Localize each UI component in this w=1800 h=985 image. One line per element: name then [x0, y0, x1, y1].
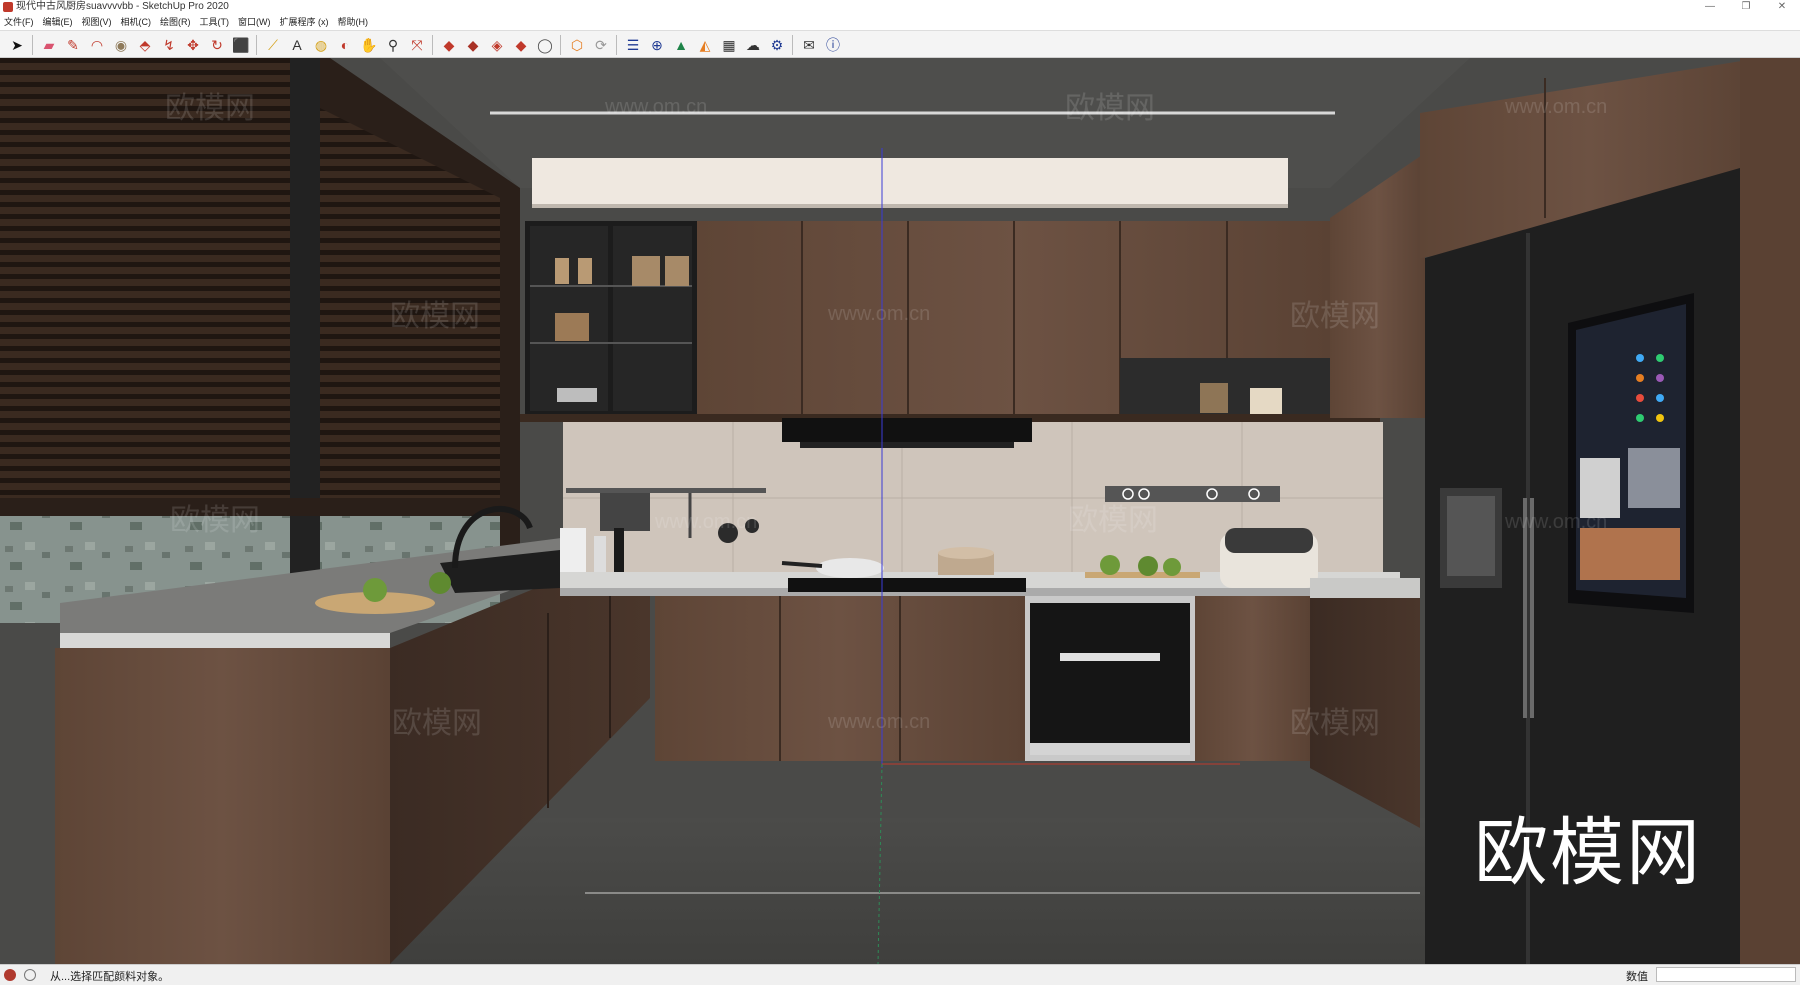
toolbar-separator [616, 35, 617, 55]
measurements-label: 数值 [1626, 971, 1648, 983]
watermark-url-1: www.om.cn [604, 96, 707, 118]
grid-icon[interactable]: ▦ [718, 34, 740, 56]
menu-help[interactable]: 帮助(H) [338, 14, 369, 30]
components-icon[interactable]: ◆ [462, 34, 484, 56]
toolbar-separator [256, 35, 257, 55]
line-tool-icon[interactable]: ✎ [62, 34, 84, 56]
tape-measure-tool-icon[interactable]: ⟋ [262, 34, 284, 56]
menu-window[interactable]: 窗口(W) [238, 14, 271, 30]
menu-camera[interactable]: 相机(C) [121, 14, 152, 30]
sketchup-app-icon [3, 2, 13, 12]
menu-tools[interactable]: 工具(T) [200, 14, 230, 30]
watermark-url-3: www.om.cn [827, 303, 930, 325]
info-icon[interactable]: ⓘ [822, 34, 844, 56]
title-bar: 现代中古风厨房suavvvvbb - SketchUp Pro 2020 — ❐… [0, 0, 1800, 14]
extension-warehouse-icon[interactable]: ◆ [510, 34, 532, 56]
menu-extensions[interactable]: 扩展程序 (x) [280, 14, 329, 30]
status-bar: 从...选择匹配颜料对象。 数值 [0, 964, 1800, 985]
window-title: 现代中古风厨房suavvvvbb - SketchUp Pro 2020 [16, 1, 229, 12]
arc-tool-icon[interactable]: ◠ [86, 34, 108, 56]
zoom-extents-tool-icon[interactable]: ⤧ [406, 34, 428, 56]
measurements-input[interactable] [1656, 967, 1796, 982]
account-icon[interactable]: ◯ [534, 34, 556, 56]
watermark-cn-5: 欧模网 [1068, 504, 1158, 537]
watermark-cn-1: 欧模网 [1065, 92, 1155, 125]
watermark-url-2: www.om.cn [1504, 96, 1607, 118]
shape-tool-icon[interactable]: ◉ [110, 34, 132, 56]
rotate-tool-icon[interactable]: ↻ [206, 34, 228, 56]
settings-icon[interactable]: ⚙ [766, 34, 788, 56]
paint-bucket-tool-icon[interactable]: ◍ [310, 34, 332, 56]
move-tool-icon[interactable]: ✥ [182, 34, 204, 56]
photo-texture-icon[interactable]: ◭ [694, 34, 716, 56]
layout-icon[interactable]: ⬡ [566, 34, 588, 56]
warehouse-icon[interactable]: ◆ [438, 34, 460, 56]
watermark-cn-3: 欧模网 [390, 300, 480, 333]
menu-file[interactable]: 文件(F) [4, 14, 34, 30]
maximize-button[interactable]: ❐ [1728, 0, 1764, 14]
materials-icon[interactable]: ◈ [486, 34, 508, 56]
mail-icon[interactable]: ✉ [798, 34, 820, 56]
geo-location-icon[interactable] [4, 969, 16, 981]
eraser-tool-icon[interactable]: ▰ [38, 34, 60, 56]
zoom-tool-icon[interactable]: ⚲ [382, 34, 404, 56]
select-tool-icon[interactable]: ➤ [6, 34, 28, 56]
minimize-button[interactable]: — [1692, 0, 1728, 14]
follow-me-tool-icon[interactable]: ↯ [158, 34, 180, 56]
watermark-cn-4: 欧模网 [1290, 300, 1380, 333]
cloud-icon[interactable]: ☁ [742, 34, 764, 56]
sync-icon[interactable]: ⟳ [590, 34, 612, 56]
pan-tool-icon[interactable]: ✋ [358, 34, 380, 56]
terrain-icon[interactable]: ▲ [670, 34, 692, 56]
watermark-url-5: www.om.cn [1504, 511, 1607, 533]
toolbar-separator [560, 35, 561, 55]
menu-view[interactable]: 视图(V) [82, 14, 112, 30]
watermark-url-4: www.om.cn [654, 511, 757, 533]
toolbar-separator [432, 35, 433, 55]
instructor-icon[interactable] [24, 969, 36, 981]
add-location-icon[interactable]: ⊕ [646, 34, 668, 56]
status-message: 从...选择匹配颜料对象。 [50, 971, 170, 983]
menu-draw[interactable]: 绘图(R) [160, 14, 191, 30]
watermark-cn-6: 欧模网 [170, 504, 260, 537]
toolbar-separator [32, 35, 33, 55]
close-button[interactable]: ✕ [1764, 0, 1800, 14]
text-tool-icon[interactable]: A [286, 34, 308, 56]
brand-watermark: 欧模网 [1474, 810, 1702, 896]
watermark-cn-8: 欧模网 [1290, 707, 1380, 740]
layers-icon[interactable]: ☰ [622, 34, 644, 56]
watermark-cn-7: 欧模网 [392, 707, 482, 740]
push-pull-tool-icon[interactable]: ⬘ [134, 34, 156, 56]
watermark-cn-2: 欧模网 [165, 92, 255, 125]
orbit-tool-icon[interactable]: ◐ [334, 34, 356, 56]
model-viewport[interactable]: www.om.cn 欧模网 www.om.cn 欧模网 www.om.cn 欧模… [0, 58, 1800, 964]
menu-bar: 文件(F) 编辑(E) 视图(V) 相机(C) 绘图(R) 工具(T) 窗口(W… [0, 14, 1800, 30]
scale-tool-icon[interactable]: ⬛ [230, 34, 252, 56]
menu-edit[interactable]: 编辑(E) [43, 14, 73, 30]
toolbar-separator [792, 35, 793, 55]
watermark-url-6: www.om.cn [827, 711, 930, 733]
main-toolbar: ➤ ▰ ✎ ◠ ◉ ⬘ ↯ ✥ ↻ ⬛ ⟋ A ◍ ◐ ✋ ⚲ ⤧ ◆ ◆ ◈ ◆ ◯ ⬡ ⟳ ☰ ⊕ ▲ ◭ ▦ ☁ ⚙ ✉ ⓘ [0, 30, 1800, 58]
